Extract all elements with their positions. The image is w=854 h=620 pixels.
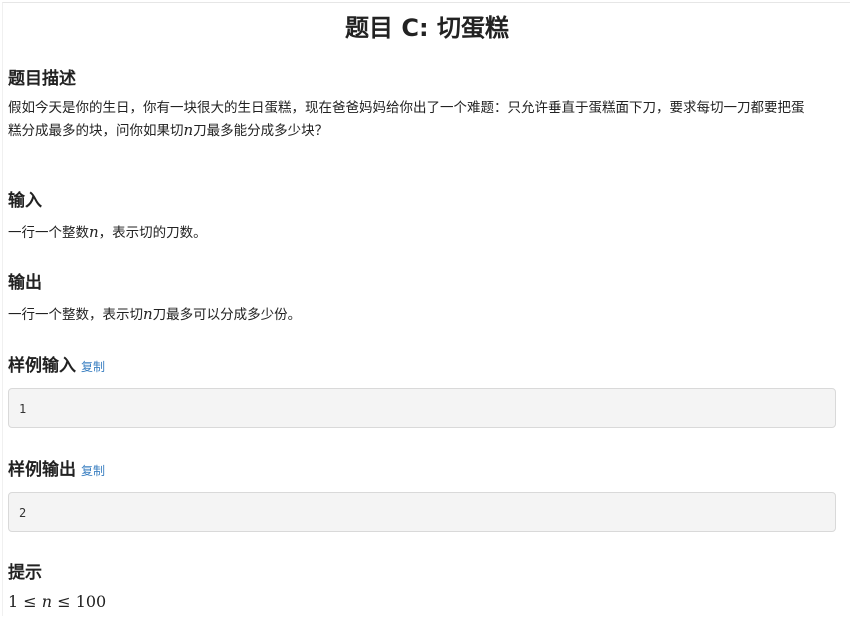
description-heading: 题目描述 <box>8 69 76 89</box>
output-text-before: 一行一个整数，表示切 <box>8 307 143 323</box>
input-text: 一行一个整数n，表示切的刀数。 <box>8 221 838 244</box>
sample-input-heading-label: 样例输入 <box>8 356 76 376</box>
sample-input-box[interactable]: 1 <box>8 388 836 428</box>
formula-lower-bound: 1 <box>8 592 19 611</box>
description-text: 假如今天是你的生日，你有一块很大的生日蛋糕，现在爸爸妈妈给你出了一个难题：只允许… <box>8 97 838 142</box>
sample-output-heading: 样例输出 复制 <box>8 455 105 480</box>
sample-output-heading-label: 样例输出 <box>8 460 76 480</box>
variable-n: n <box>183 121 194 139</box>
output-text: 一行一个整数，表示切n刀最多可以分成多少份。 <box>8 303 838 326</box>
description-line-2-before: 糕分成最多的块，问你如果切 <box>8 123 184 139</box>
input-text-after: ，表示切的刀数。 <box>98 225 207 241</box>
description-line-2: 糕分成最多的块，问你如果切n刀最多能分成多少块？ <box>8 119 838 142</box>
output-heading: 输出 <box>8 273 42 293</box>
variable-n: n <box>143 305 153 323</box>
copy-sample-output-button[interactable]: 复制 <box>81 464 105 478</box>
formula-operator-1: ≤ <box>23 592 37 611</box>
input-heading: 输入 <box>8 191 42 211</box>
hint-formula: 1 ≤ n ≤ 100 <box>8 592 106 611</box>
sample-input-heading: 样例输入 复制 <box>8 351 105 376</box>
input-text-before: 一行一个整数 <box>8 225 89 241</box>
description-line-2-after: 刀最多能分成多少块？ <box>193 123 329 139</box>
variable-n: n <box>89 223 99 241</box>
formula-upper-bound: 100 <box>75 592 107 611</box>
hint-heading: 提示 <box>8 563 42 583</box>
page-title: 题目 C: 切蛋糕 <box>345 14 509 42</box>
description-line-1: 假如今天是你的生日，你有一块很大的生日蛋糕，现在爸爸妈妈给你出了一个难题：只允许… <box>8 100 805 116</box>
copy-sample-input-button[interactable]: 复制 <box>81 360 105 374</box>
formula-variable: n <box>41 592 53 611</box>
formula-operator-2: ≤ <box>57 592 71 611</box>
sample-output-box[interactable]: 2 <box>8 492 836 532</box>
output-text-after: 刀最多可以分成多少份。 <box>152 307 302 323</box>
